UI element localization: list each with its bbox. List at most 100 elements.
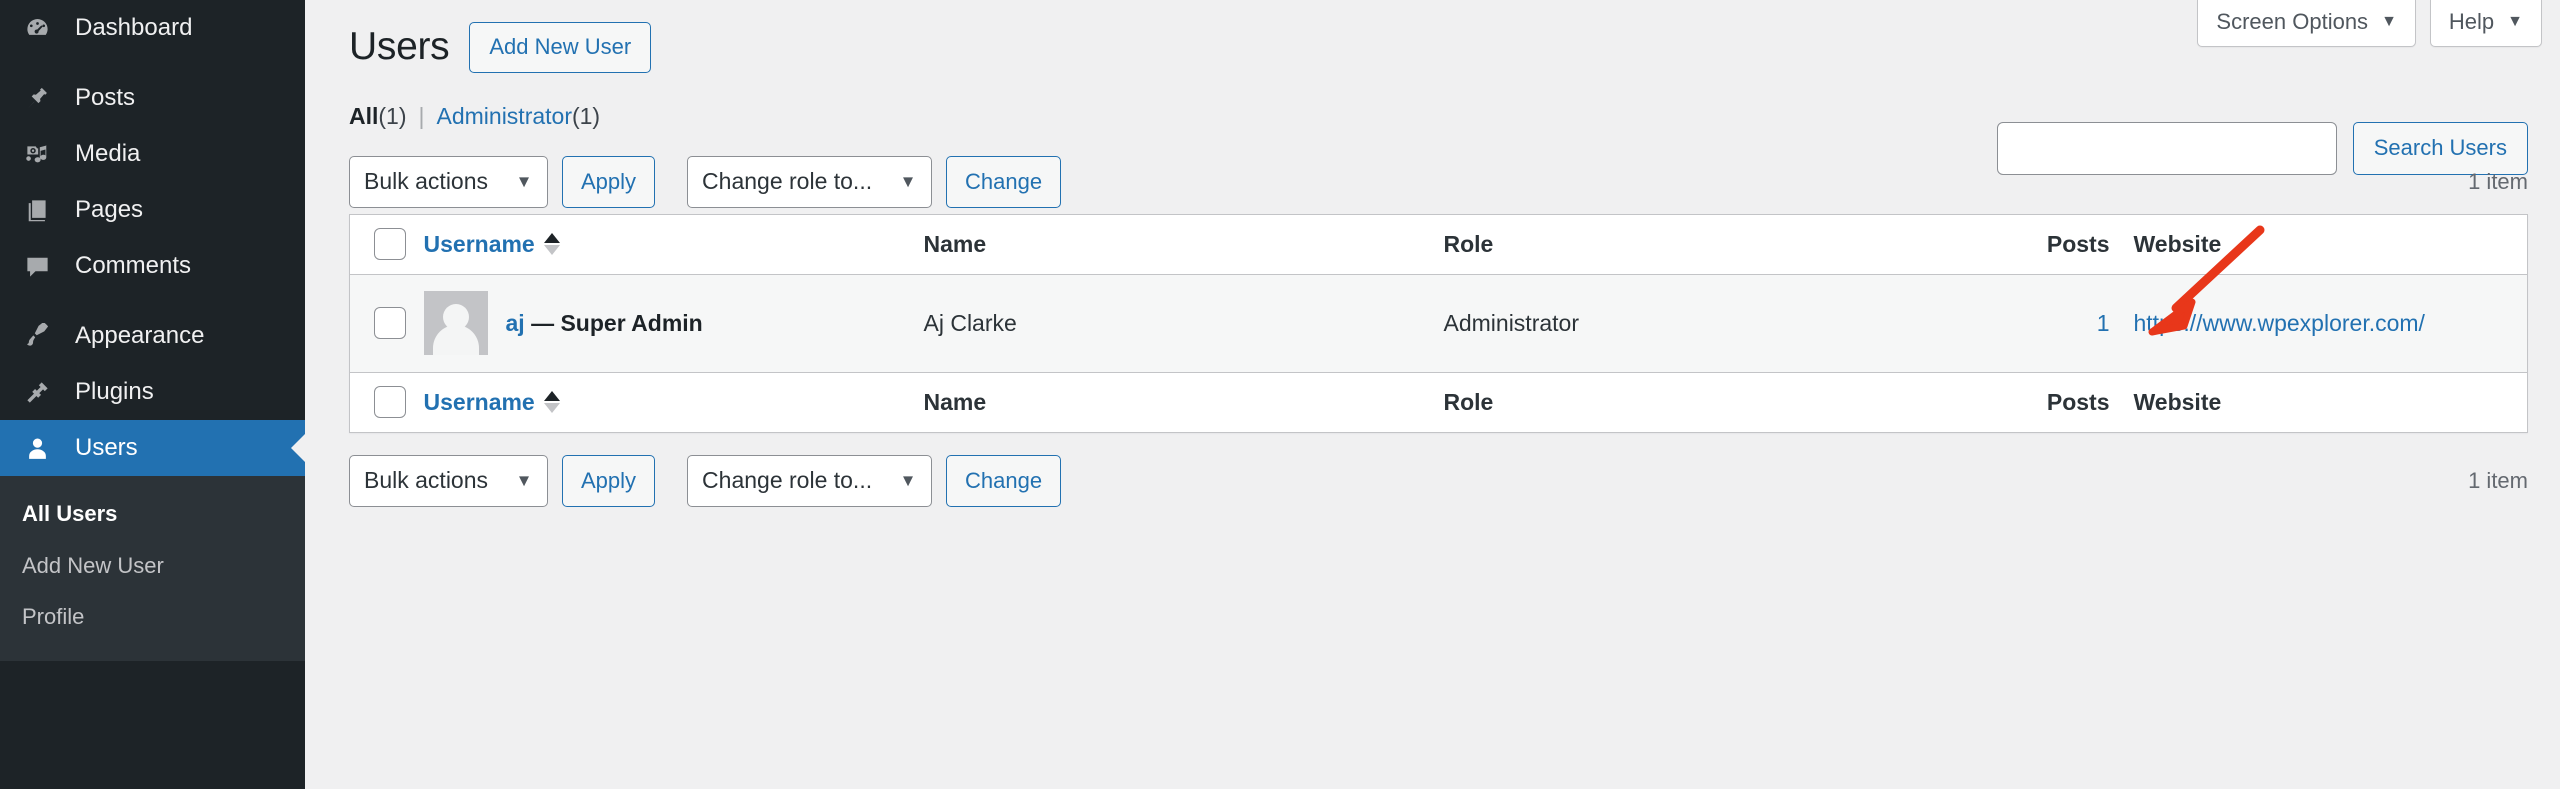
comments-icon <box>15 248 59 284</box>
column-header-username: Username <box>424 214 924 274</box>
submenu-item-add-new-user[interactable]: Add New User <box>0 540 305 592</box>
page-title: Users <box>349 22 449 73</box>
bulk-actions-select-wrap: Bulk actions ▾ <box>349 156 548 208</box>
sidebar-submenu-users: All Users Add New User Profile <box>0 476 305 661</box>
column-header-role: Role <box>1444 214 1904 274</box>
sidebar-item-label: Media <box>75 142 140 166</box>
avatar <box>424 291 488 355</box>
filter-divider: | <box>419 103 425 130</box>
sidebar-divider <box>0 294 305 308</box>
main-content-area: Screen Options ▼ Help ▼ Users Add New Us… <box>305 0 2560 789</box>
sidebar-item-posts[interactable]: Posts <box>0 70 305 126</box>
table-row: aj — Super Admin Aj Clarke Administrator… <box>350 274 2528 372</box>
cell-posts: 1 <box>1904 274 2134 372</box>
column-footer-posts: Posts <box>1904 372 2134 432</box>
sidebar-item-comments[interactable]: Comments <box>0 238 305 294</box>
column-footer-username: Username <box>424 372 924 432</box>
help-button[interactable]: Help ▼ <box>2430 0 2542 47</box>
sidebar-divider <box>0 56 305 70</box>
change-role-select-wrap-bottom: Change role to... ▾ <box>687 455 932 507</box>
sort-arrows-icon <box>544 391 560 413</box>
apply-button-top[interactable]: Apply <box>562 156 655 208</box>
media-icon <box>15 136 59 172</box>
chevron-down-icon: ▼ <box>2507 14 2523 30</box>
sidebar-item-appearance[interactable]: Appearance <box>0 308 305 364</box>
sidebar-item-label: Pages <box>75 198 143 222</box>
submenu-item-profile[interactable]: Profile <box>0 591 305 643</box>
displaying-num-top: 1 item <box>2468 169 2528 195</box>
sidebar-item-media[interactable]: Media <box>0 126 305 182</box>
help-label: Help <box>2449 11 2494 33</box>
posts-count-link[interactable]: 1 <box>2097 310 2110 336</box>
column-header-website: Website <box>2134 214 2528 274</box>
column-footer-website: Website <box>2134 372 2528 432</box>
chevron-down-icon: ▼ <box>2381 14 2397 30</box>
users-table-head: Username Name Role Posts Website <box>350 214 2528 274</box>
screen-options-button[interactable]: Screen Options ▼ <box>2197 0 2415 47</box>
cell-username: aj — Super Admin <box>424 274 924 372</box>
sidebar-item-label: Users <box>75 436 138 460</box>
sort-username-link-top[interactable]: Username <box>424 231 560 258</box>
column-label-username: Username <box>424 389 535 416</box>
filter-link-administrator[interactable]: Administrator <box>437 103 572 130</box>
username-link[interactable]: aj <box>506 310 525 336</box>
pages-icon <box>15 192 59 228</box>
admin-sidebar: Dashboard Posts Media Pages Commen <box>0 0 305 789</box>
displaying-num-bottom: 1 item <box>2468 468 2528 494</box>
tablenav-bottom: Bulk actions ▾ Apply Change role to... ▾… <box>349 453 2528 509</box>
bulk-actions-select-bottom[interactable]: Bulk actions <box>349 455 548 507</box>
paintbrush-icon <box>15 318 59 354</box>
wordpress-admin-screen: Dashboard Posts Media Pages Commen <box>0 0 2560 789</box>
screen-options-label: Screen Options <box>2216 11 2368 33</box>
table-header-row: Username Name Role Posts Website <box>350 214 2528 274</box>
change-role-button-bottom[interactable]: Change <box>946 455 1061 507</box>
sidebar-item-pages[interactable]: Pages <box>0 182 305 238</box>
sidebar-item-dashboard[interactable]: Dashboard <box>0 0 305 56</box>
users-table-body: aj — Super Admin Aj Clarke Administrator… <box>350 274 2528 372</box>
column-header-name: Name <box>924 214 1444 274</box>
tablenav-top: Bulk actions ▾ Apply Change role to... ▾… <box>349 154 2528 210</box>
username-suffix: — Super Admin <box>531 310 703 336</box>
sidebar-item-plugins[interactable]: Plugins <box>0 364 305 420</box>
cell-website: https://www.wpexplorer.com/ <box>2134 274 2528 372</box>
cell-role: Administrator <box>1444 274 1904 372</box>
select-all-checkbox-top[interactable] <box>374 228 406 260</box>
table-footer-row: Username Name Role Posts Website <box>350 372 2528 432</box>
change-role-select[interactable]: Change role to... <box>687 156 932 208</box>
change-role-select-bottom[interactable]: Change role to... <box>687 455 932 507</box>
change-role-button-top[interactable]: Change <box>946 156 1061 208</box>
apply-button-bottom[interactable]: Apply <box>562 455 655 507</box>
bulk-actions-select[interactable]: Bulk actions <box>349 156 548 208</box>
bulk-actions-select-wrap-bottom: Bulk actions ▾ <box>349 455 548 507</box>
plug-icon <box>15 374 59 410</box>
sidebar-item-label: Dashboard <box>75 16 192 40</box>
page-content: Users Add New User All (1) | Administrat… <box>305 0 2560 509</box>
pin-icon <box>15 80 59 116</box>
filter-link-all[interactable]: All <box>349 103 378 130</box>
row-select-cell <box>350 274 424 372</box>
row-checkbox[interactable] <box>374 307 406 339</box>
column-footer-name: Name <box>924 372 1444 432</box>
filter-count-all: (1) <box>378 103 406 130</box>
change-role-select-wrap: Change role to... ▾ <box>687 156 932 208</box>
sidebar-item-label: Plugins <box>75 380 154 404</box>
select-all-header <box>350 214 424 274</box>
dashboard-icon <box>15 10 59 46</box>
sidebar-item-users[interactable]: Users <box>0 420 305 476</box>
filter-count-administrator: (1) <box>572 103 600 130</box>
sidebar-item-label: Appearance <box>75 324 204 348</box>
select-all-footer <box>350 372 424 432</box>
column-footer-role: Role <box>1444 372 1904 432</box>
website-link[interactable]: https://www.wpexplorer.com/ <box>2134 310 2425 336</box>
sort-arrows-icon <box>544 233 560 255</box>
sidebar-item-label: Posts <box>75 86 135 110</box>
sidebar-item-label: Comments <box>75 254 191 278</box>
add-new-user-button[interactable]: Add New User <box>469 22 651 72</box>
cell-name: Aj Clarke <box>924 274 1444 372</box>
select-all-checkbox-bottom[interactable] <box>374 386 406 418</box>
users-table: Username Name Role Posts Website <box>349 214 2528 433</box>
user-icon <box>15 430 59 466</box>
column-label-username: Username <box>424 231 535 258</box>
sort-username-link-bottom[interactable]: Username <box>424 389 560 416</box>
submenu-item-all-users[interactable]: All Users <box>0 488 305 540</box>
